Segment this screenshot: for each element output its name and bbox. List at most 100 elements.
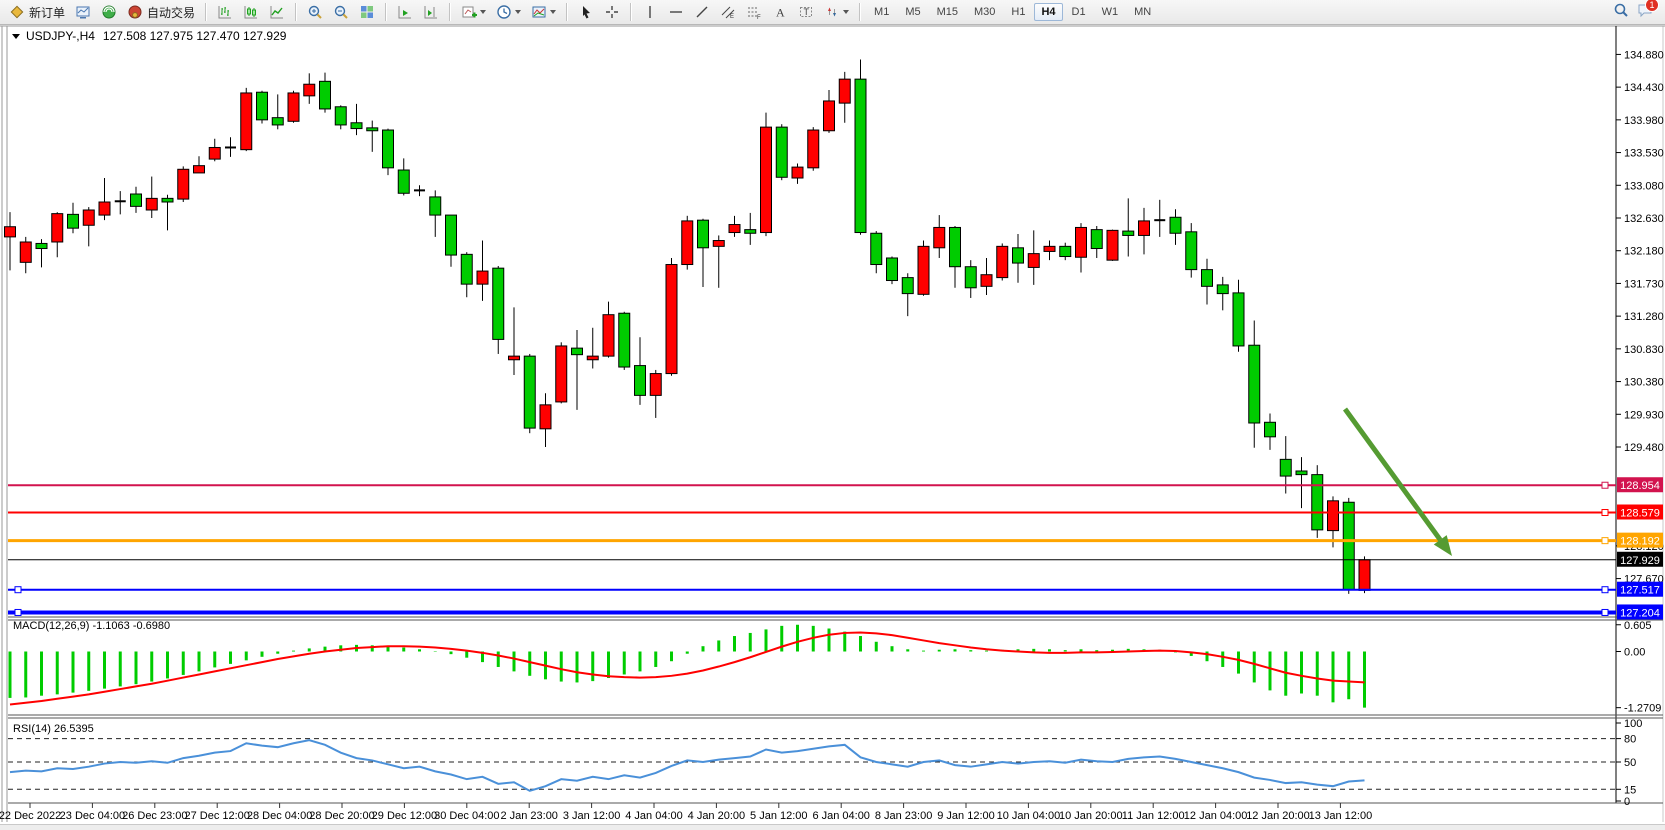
crosshair-tool[interactable] (600, 1, 624, 24)
bullish-candle (792, 167, 803, 178)
bearish-candle (902, 278, 913, 294)
tile-windows-button[interactable] (355, 1, 379, 24)
time-axis-label: 9 Jan 12:00 (937, 810, 995, 822)
timeframe-h4[interactable]: H4 (1034, 3, 1062, 21)
periods-button[interactable] (492, 1, 525, 24)
bearish-candle (320, 81, 331, 109)
periods-icon (496, 4, 512, 20)
trendline-tool[interactable] (690, 1, 714, 24)
bearish-candle (745, 230, 756, 234)
time-axis-label: 23 Dec 04:00 (60, 810, 125, 822)
price-tick-label: 132.180 (1624, 246, 1664, 258)
horizontal-line-tool[interactable] (664, 1, 688, 24)
price-line-label-text: 128.579 (1620, 508, 1660, 520)
macd-tick-label: -1.2709 (1624, 703, 1661, 715)
chart-shift-icon (423, 4, 439, 20)
text-label-tool[interactable]: T (794, 1, 818, 24)
line-handle[interactable] (15, 587, 21, 593)
time-axis-label: 29 Dec 12:00 (372, 810, 437, 822)
price-tick-label: 132.630 (1624, 213, 1664, 225)
bullish-candle (603, 315, 614, 356)
text-tool[interactable]: A (768, 1, 792, 24)
line-handle[interactable] (1602, 482, 1608, 488)
chevron-down-icon[interactable] (515, 10, 521, 14)
line-chart-button[interactable] (265, 1, 289, 24)
candlestick-chart-button[interactable] (239, 1, 263, 24)
time-axis-label: 30 Dec 04:00 (434, 810, 499, 822)
fibonacci-tool[interactable]: F (742, 1, 766, 24)
add-indicator-icon (461, 4, 477, 20)
chart-title-bar[interactable]: USDJPY-,H4 127.508 127.975 127.470 127.9… (12, 29, 286, 43)
notification-badge: 1 (1645, 0, 1659, 12)
macd-indicator-label: MACD(12,26,9) -1.1063 -0.6980 (13, 620, 170, 632)
timeframe-w1[interactable]: W1 (1095, 3, 1126, 21)
line-handle[interactable] (1602, 609, 1608, 615)
macd-tick-label: 0.00 (1624, 647, 1645, 659)
auto-trading-button[interactable]: 自动交易 (123, 1, 199, 24)
line-handle[interactable] (1602, 587, 1608, 593)
signal-icon (101, 4, 117, 20)
chart-dropdown-icon[interactable] (12, 34, 20, 39)
bullish-candle (824, 101, 835, 131)
price-tick-label: 134.880 (1624, 49, 1664, 61)
chart-shift-button[interactable] (419, 1, 443, 24)
templates-button[interactable] (527, 1, 560, 24)
price-line-label-text: 127.517 (1620, 585, 1660, 597)
chevron-down-icon[interactable] (550, 10, 556, 14)
toolbar-right-group: 1 (1613, 2, 1661, 23)
bearish-candle (1060, 246, 1071, 256)
timeframe-m15[interactable]: M15 (930, 3, 965, 21)
line-handle[interactable] (1602, 510, 1608, 516)
timeframe-m30[interactable]: M30 (967, 3, 1002, 21)
status-bar (0, 824, 1665, 830)
bearish-candle (430, 197, 441, 215)
timeframe-m1[interactable]: M1 (867, 3, 896, 21)
bearish-candle (1217, 285, 1228, 294)
bullish-candle (918, 246, 929, 294)
timeframe-d1[interactable]: D1 (1065, 3, 1093, 21)
bearish-candle (855, 79, 866, 232)
rsi-tick-label: 80 (1624, 734, 1636, 746)
cursor-tool[interactable] (574, 1, 598, 24)
zoom-in-button[interactable] (303, 1, 327, 24)
timeframe-h1[interactable]: H1 (1004, 3, 1032, 21)
vertical-line-tool[interactable] (638, 1, 662, 24)
chevron-down-icon[interactable] (480, 10, 486, 14)
bullish-candle (509, 356, 520, 360)
time-axis-label: 4 Jan 04:00 (625, 810, 683, 822)
new-order-button[interactable]: 新订单 (5, 1, 69, 24)
toolbar-separator (295, 3, 297, 21)
zoom-out-button[interactable] (329, 1, 353, 24)
chevron-down-icon[interactable] (843, 10, 849, 14)
toolbar-group (573, 0, 625, 25)
svg-text:E: E (730, 14, 734, 20)
time-axis-label: 27 Dec 12:00 (184, 810, 249, 822)
timeframe-m5[interactable]: M5 (898, 3, 927, 21)
bullish-candle (288, 93, 299, 121)
bearish-candle (1312, 475, 1323, 530)
bearish-candle (1123, 231, 1134, 235)
auto-scroll-button[interactable] (393, 1, 417, 24)
time-axis-label: 13 Jan 12:00 (1309, 810, 1373, 822)
arrows-tool[interactable] (820, 1, 853, 24)
rsi-tick-label: 0 (1624, 796, 1630, 808)
new-chart-button[interactable] (71, 1, 95, 24)
line-handle[interactable] (1602, 538, 1608, 544)
bearish-candle (351, 123, 362, 129)
trend-arrow[interactable] (1345, 409, 1440, 540)
arrows-icon (824, 4, 840, 20)
time-axis-label: 28 Dec 04:00 (247, 810, 312, 822)
search-button[interactable] (1613, 2, 1629, 23)
trading-terminal-window: { "toolbar": { "groups": [ {"items": [ {… (0, 0, 1665, 830)
signals-button[interactable] (97, 1, 121, 24)
toolbar-separator (385, 3, 387, 21)
time-axis-label: 5 Jan 12:00 (750, 810, 808, 822)
indicators-button[interactable] (457, 1, 490, 24)
candlestick-chart[interactable]: 134.880134.430133.980133.530133.080132.6… (0, 0, 1665, 830)
notifications-button[interactable]: 1 (1637, 2, 1653, 23)
timeframe-mn[interactable]: MN (1127, 3, 1158, 21)
equidistant-channel-tool[interactable]: E (716, 1, 740, 24)
bar-chart-button[interactable] (213, 1, 237, 24)
line-handle[interactable] (15, 609, 21, 615)
bearish-candle (1249, 345, 1260, 423)
